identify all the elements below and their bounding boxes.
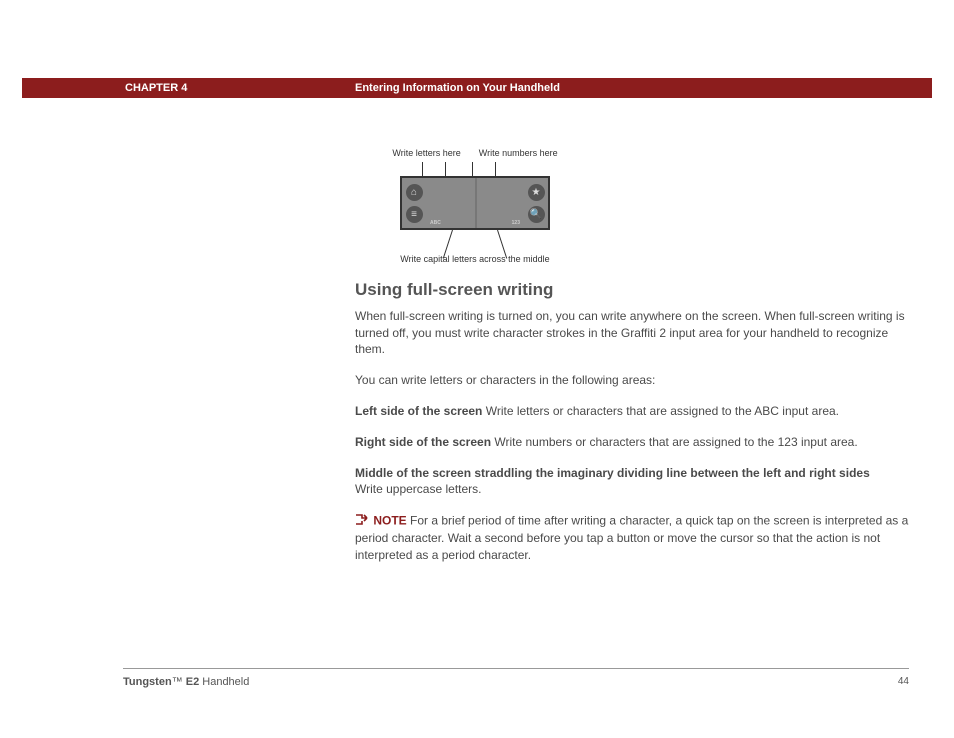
term-desc: Write uppercase letters. <box>355 482 482 496</box>
term-desc: Write numbers or characters that are ass… <box>491 435 858 449</box>
search-icon: 🔍 <box>528 206 545 223</box>
chapter-label: CHAPTER 4 <box>125 82 187 94</box>
note-text: For a brief period of time after writing… <box>355 513 908 562</box>
handheld-input-device: ⌂ ≡ ABC 123 ★ 🔍 <box>400 176 550 230</box>
term: Left side of the screen <box>355 404 482 418</box>
star-icon: ★ <box>528 184 545 201</box>
body-content: Using full-screen writing When full-scre… <box>355 278 910 578</box>
note-icon <box>355 512 368 530</box>
page-number: 44 <box>898 676 909 688</box>
diagram-label-letters: Write letters here <box>392 148 460 158</box>
term: Middle of the screen straddling the imag… <box>355 466 870 480</box>
chapter-header: CHAPTER 4 Entering Information on Your H… <box>22 78 932 98</box>
definition-middle: Middle of the screen straddling the imag… <box>355 465 910 499</box>
product-name: Tungsten™ E2 Handheld <box>123 676 249 688</box>
diagram-label-capitals: Write capital letters across the middle <box>355 254 595 264</box>
diagram-label-numbers: Write numbers here <box>479 148 558 158</box>
paragraph: You can write letters or characters in t… <box>355 372 910 389</box>
abc-label: ABC <box>430 220 441 226</box>
menu-icon: ≡ <box>406 206 423 223</box>
paragraph: When full-screen writing is turned on, y… <box>355 308 910 358</box>
section-label: Entering Information on Your Handheld <box>355 82 560 94</box>
note-paragraph: NOTE For a brief period of time after wr… <box>355 512 910 564</box>
note-label: NOTE <box>373 513 406 527</box>
page-footer: Tungsten™ E2 Handheld 44 <box>123 676 909 688</box>
section-heading: Using full-screen writing <box>355 278 910 302</box>
definition-left: Left side of the screen Write letters or… <box>355 403 910 420</box>
term-desc: Write letters or characters that are ass… <box>482 404 839 418</box>
definition-right: Right side of the screen Write numbers o… <box>355 434 910 451</box>
num-label: 123 <box>512 220 520 226</box>
input-area-diagram: Write letters here Write numbers here ⌂ … <box>355 148 595 264</box>
term: Right side of the screen <box>355 435 491 449</box>
footer-divider <box>123 668 909 669</box>
home-icon: ⌂ <box>406 184 423 201</box>
